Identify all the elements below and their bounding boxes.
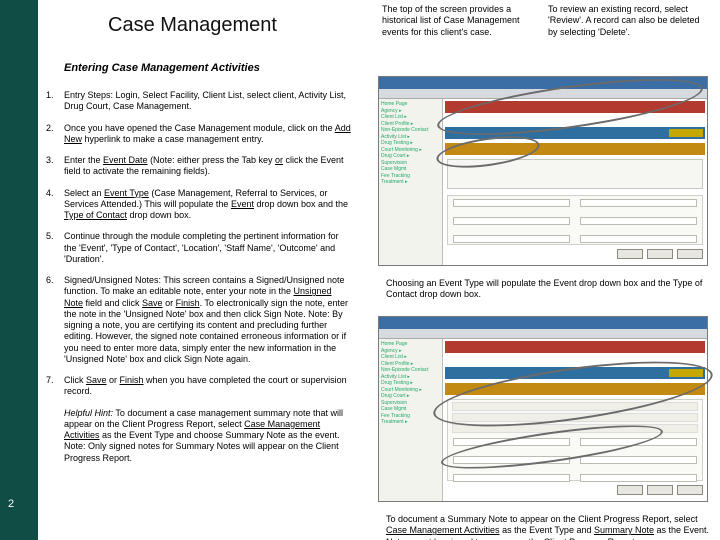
finish-button[interactable] <box>677 249 703 259</box>
nav-item[interactable]: Treatment ▸ <box>381 179 440 186</box>
nav-item[interactable]: Treatment ▸ <box>381 419 440 426</box>
add-new-button[interactable] <box>669 129 703 137</box>
step-number: 5. <box>40 227 62 269</box>
step-text: Continue through the module completing t… <box>64 227 358 269</box>
step-number: 7. <box>40 371 62 402</box>
steps-table: 1.Entry Steps: Login, Select Facility, C… <box>38 84 360 470</box>
screenshot-top: Home PageAgency ▸Client List ▸Client Pro… <box>378 76 708 266</box>
callout-history: The top of the screen provides a histori… <box>382 4 520 38</box>
step-text: Signed/Unsigned Notes: This screen conta… <box>64 271 358 369</box>
callout-summary: To document a Summary Note to appear on … <box>386 514 712 540</box>
save-button[interactable] <box>647 249 673 259</box>
callout-review: To review an existing record, select 'Re… <box>548 4 708 38</box>
step-text: Click Save or Finish when you have compl… <box>64 371 358 402</box>
step-text: Once you have opened the Case Management… <box>64 119 358 150</box>
screenshot-bottom: Home PageAgency ▸Client List ▸Client Pro… <box>378 316 708 502</box>
step-text: Helpful Hint: To document a case managem… <box>64 404 358 468</box>
save-button[interactable] <box>647 485 673 495</box>
step-number: 6. <box>40 271 62 369</box>
step-text: Enter the Event Date (Note: either press… <box>64 151 358 182</box>
callout-eventtype: Choosing an Event Type will populate the… <box>386 278 706 301</box>
step-number: 3. <box>40 151 62 182</box>
page-number: 2 <box>8 498 14 510</box>
page-title: Case Management <box>108 14 277 37</box>
cancel-button[interactable] <box>617 249 643 259</box>
add-new-button[interactable] <box>669 369 703 377</box>
cancel-button[interactable] <box>617 485 643 495</box>
step-number: 4. <box>40 184 62 226</box>
step-number: 2. <box>40 119 62 150</box>
step-text: Select an Event Type (Case Management, R… <box>64 184 358 226</box>
step-number <box>40 404 62 468</box>
step-text: Entry Steps: Login, Select Facility, Cli… <box>64 86 358 117</box>
page-subtitle: Entering Case Management Activities <box>64 62 260 74</box>
finish-button[interactable] <box>677 485 703 495</box>
step-number: 1. <box>40 86 62 117</box>
